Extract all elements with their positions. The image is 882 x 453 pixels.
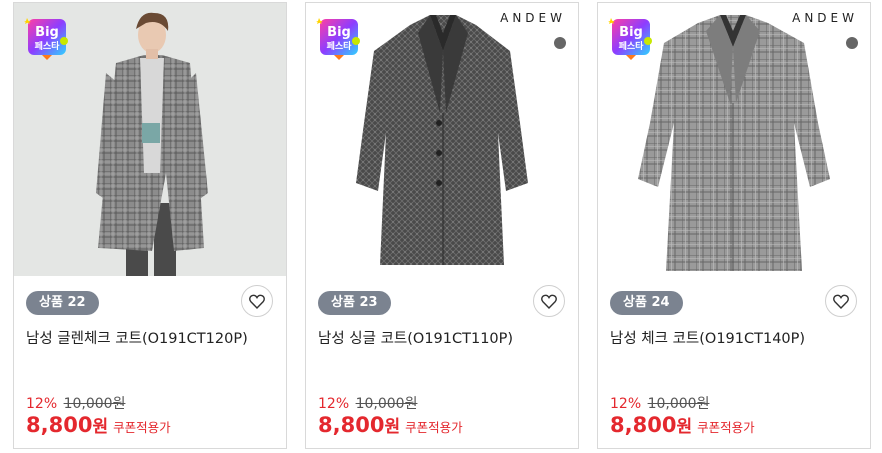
badge-line2: 페스타: [35, 40, 61, 52]
product-name[interactable]: 남성 싱글 코트(O191CT110P): [318, 329, 540, 350]
badge-line2: 페스타: [619, 40, 645, 52]
coupon-price-label: 쿠폰적용가: [405, 420, 463, 435]
big-festa-badge: Big 페스타: [608, 15, 654, 61]
price-row: 8,800원 쿠폰적용가: [26, 412, 171, 437]
coupon-price-label: 쿠폰적용가: [113, 420, 171, 435]
color-swatch[interactable]: [554, 37, 566, 49]
product-number-tag: 상품 22: [26, 291, 99, 315]
wishlist-button[interactable]: [241, 285, 273, 317]
sale-price: 8,800: [26, 413, 93, 437]
color-swatch[interactable]: [846, 37, 858, 49]
original-price: 10,000원: [63, 396, 126, 412]
brand-logo: ANDEW: [792, 11, 858, 25]
product-card[interactable]: Big 페스타 상품 22 남성 글렌체크 코트(O191CT120P) 12%…: [13, 2, 287, 449]
sale-price: 8,800: [610, 413, 677, 437]
heart-icon: [249, 294, 265, 309]
product-number-tag: 상품 24: [610, 291, 683, 315]
brand-logo: ANDEW: [500, 11, 566, 25]
currency-unit: 원: [384, 417, 401, 437]
discount-row: 12% 10,000원: [318, 393, 417, 413]
coupon-price-label: 쿠폰적용가: [697, 420, 755, 435]
price-row: 8,800원 쿠폰적용가: [610, 412, 755, 437]
discount-row: 12% 10,000원: [610, 393, 709, 413]
big-festa-badge: Big 페스타: [24, 15, 70, 61]
badge-line1: Big: [327, 25, 351, 40]
currency-unit: 원: [92, 417, 109, 437]
product-name[interactable]: 남성 글렌체크 코트(O191CT120P): [26, 329, 248, 350]
product-card[interactable]: Big 페스타 ANDEW 상품 24 남성 체크 코트(O191CT140P)…: [597, 2, 871, 449]
big-festa-badge: Big 페스타: [316, 15, 362, 61]
product-name[interactable]: 남성 체크 코트(O191CT140P): [610, 329, 832, 350]
heart-icon: [541, 294, 557, 309]
original-price: 10,000원: [355, 396, 418, 412]
price-row: 8,800원 쿠폰적용가: [318, 412, 463, 437]
wishlist-button[interactable]: [533, 285, 565, 317]
discount-rate: 12%: [318, 396, 350, 412]
badge-line2: 페스타: [327, 40, 353, 52]
badge-line1: Big: [619, 25, 643, 40]
discount-rate: 12%: [610, 396, 642, 412]
discount-rate: 12%: [26, 396, 58, 412]
heart-icon: [833, 294, 849, 309]
original-price: 10,000원: [647, 396, 710, 412]
badge-line1: Big: [35, 25, 59, 40]
product-number-tag: 상품 23: [318, 291, 391, 315]
discount-row: 12% 10,000원: [26, 393, 125, 413]
currency-unit: 원: [676, 417, 693, 437]
sale-price: 8,800: [318, 413, 385, 437]
product-card[interactable]: Big 페스타 ANDEW 상품 23 남성 싱글 코트(O191CT110P)…: [305, 2, 579, 449]
wishlist-button[interactable]: [825, 285, 857, 317]
